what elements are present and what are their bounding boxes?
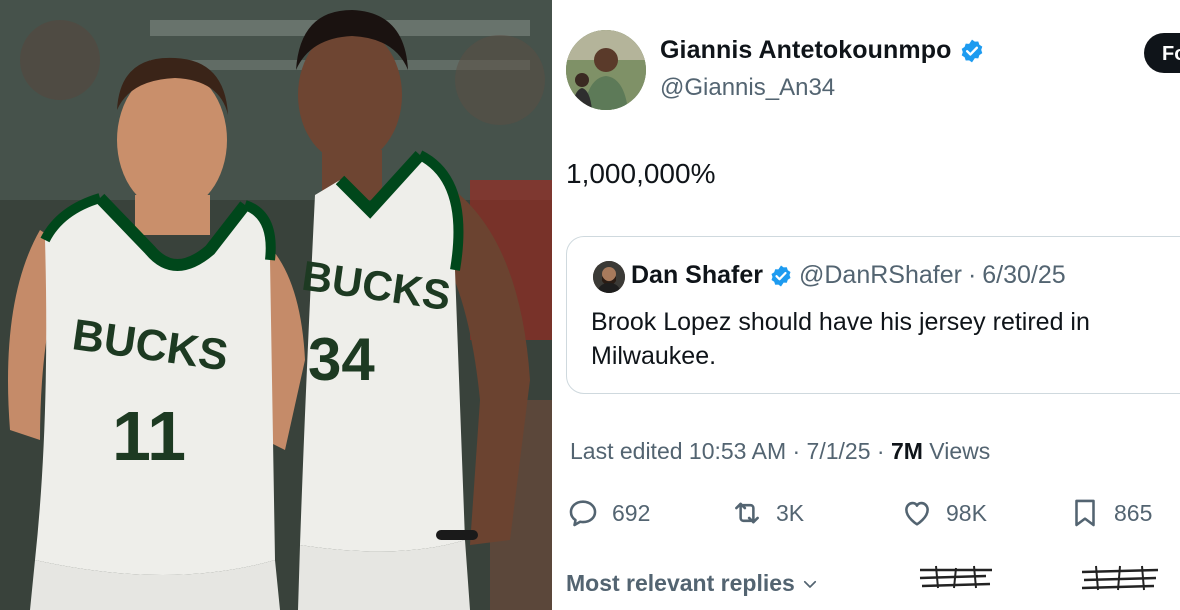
players-photo: BUCKS 11 BUCKS 34 [0, 0, 552, 610]
repost-icon [735, 502, 759, 524]
left-jersey-number: 11 [112, 397, 186, 475]
right-jersey-number: 34 [308, 326, 375, 393]
reply-count: 692 [612, 499, 651, 526]
reply-button[interactable]: 692 [566, 496, 650, 530]
reply-sort-dropdown[interactable]: Most relevant replies [566, 570, 819, 597]
reply-icon [569, 500, 597, 527]
chevron-down-icon [803, 580, 816, 588]
views-count: 7M [890, 438, 923, 464]
tweet-card: Giannis Antetokounmpo @Giannis_An34 Fo 1… [552, 0, 1180, 610]
author-name-row: Giannis Antetokounmpo [660, 36, 985, 65]
author-avatar-image [566, 30, 646, 110]
bookmark-icon [1075, 499, 1095, 527]
author-handle[interactable]: @Giannis_An34 [660, 74, 835, 102]
heart-icon [905, 501, 929, 526]
quoted-date[interactable]: 6/30/25 [982, 261, 1065, 290]
author-avatar[interactable] [566, 30, 646, 110]
quoted-separator: · [967, 261, 977, 289]
quoted-avatar-image [593, 261, 625, 293]
players-illustration: BUCKS 11 BUCKS 34 [0, 0, 552, 610]
quoted-author-avatar[interactable] [593, 261, 625, 293]
watermark-left [919, 565, 992, 589]
quoted-text: Brook Lopez should have his jersey retir… [591, 308, 1090, 370]
watermark-right [1081, 565, 1159, 591]
action-bar: 692 3K 98K 865 [566, 496, 1166, 532]
like-count: 98K [946, 499, 987, 526]
author-display-name[interactable]: Giannis Antetokounmpo [660, 36, 951, 65]
meta-separator: · [876, 438, 891, 464]
tweet-meta: Last edited 10:53 AM · 7/1/25 · 7M Views [570, 438, 990, 465]
verified-badge-icon [962, 39, 983, 62]
repost-count: 3K [776, 499, 805, 526]
quoted-display-name[interactable]: Dan Shafer [631, 261, 763, 290]
bookmark-count: 865 [1114, 499, 1153, 526]
reply-sort-label: Most relevant replies [566, 570, 795, 596]
quoted-verified-badge-icon [771, 265, 791, 286]
follow-button[interactable]: Fo [1144, 33, 1180, 73]
quoted-handle[interactable]: @DanRShafer [799, 261, 962, 290]
quoted-header: Dan Shafer @DanRShafer · 6/30/25 [631, 261, 1066, 290]
edited-timestamp[interactable]: Last edited 10:53 AM · 7/1/25 [570, 438, 870, 464]
like-button[interactable]: 98K [900, 496, 987, 530]
bookmark-button[interactable]: 865 [1068, 496, 1152, 530]
quoted-tweet[interactable]: Dan Shafer @DanRShafer · 6/30/25 Brook L… [566, 236, 1180, 394]
views-label: Views [929, 438, 991, 464]
repost-button[interactable]: 3K [730, 496, 804, 530]
tweet-text: 1,000,000% [566, 158, 716, 189]
